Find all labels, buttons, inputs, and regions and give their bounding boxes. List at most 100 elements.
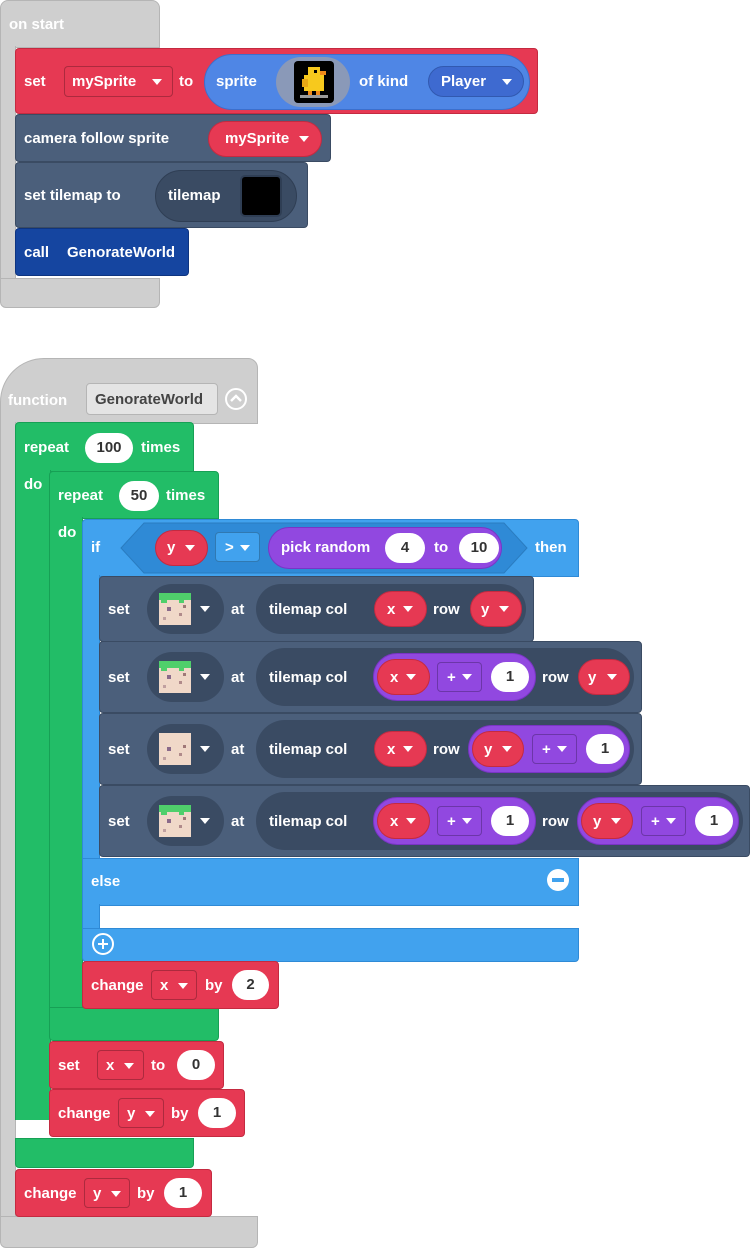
then-label: then — [535, 539, 567, 556]
repeat-inner-count-input[interactable]: 50 — [119, 481, 159, 511]
x-var-dropdown[interactable] — [151, 970, 197, 1000]
times-label: times — [141, 439, 181, 456]
pick-random-label: pick random — [281, 539, 371, 556]
remove-else-icon[interactable] — [547, 869, 569, 891]
at-label: at — [231, 741, 245, 758]
plus-label: + — [447, 669, 456, 686]
else-arm — [82, 904, 100, 930]
chevron-down-icon — [299, 136, 309, 142]
chevron-down-icon — [152, 79, 162, 85]
chevron-down-icon — [240, 545, 250, 551]
y-var-name: y — [593, 813, 602, 830]
chevron-down-icon — [111, 1191, 121, 1197]
set-label: set — [108, 601, 130, 618]
change-x-amount-input[interactable]: 2 — [232, 970, 269, 1000]
y-var-reporter[interactable] — [472, 731, 524, 767]
one-input[interactable]: 1 — [491, 662, 529, 692]
row-label: row — [433, 741, 460, 758]
plus-operator-dropdown[interactable] — [532, 734, 577, 764]
x-var-name: x — [390, 813, 399, 830]
rand-max-input[interactable]: 10 — [459, 533, 499, 563]
x-var-dropdown[interactable] — [97, 1050, 144, 1080]
plus-operator-dropdown[interactable] — [437, 806, 482, 836]
if-var-name: y — [167, 539, 176, 556]
one-input[interactable]: 1 — [491, 806, 529, 836]
set-label: set — [108, 741, 130, 758]
chevron-down-icon — [406, 818, 416, 824]
repeat-inner-arm — [49, 517, 83, 1007]
chevron-down-icon — [200, 606, 210, 612]
y-var-reporter[interactable] — [581, 803, 633, 839]
tilemap-col-label: tilemap col — [269, 601, 348, 618]
if-var-reporter[interactable] — [155, 530, 208, 566]
chevron-down-icon — [185, 545, 195, 551]
chevron-down-icon — [666, 818, 676, 824]
chevron-down-icon — [611, 818, 621, 824]
if-arm — [82, 575, 100, 865]
x-var-name: x — [390, 669, 399, 686]
function-body — [0, 422, 16, 1220]
y-var-reporter[interactable] — [470, 591, 522, 627]
x-var-name: x — [387, 601, 396, 618]
chevron-down-icon — [557, 746, 567, 752]
x-var-reporter[interactable] — [377, 659, 430, 695]
final-change-y-amount-input[interactable]: 1 — [164, 1178, 202, 1208]
rand-min-input[interactable]: 4 — [385, 533, 425, 563]
x-var-name: x — [387, 741, 396, 758]
y-var-dropdown[interactable] — [84, 1178, 130, 1208]
dirt-tile-icon — [159, 733, 191, 765]
kind-value: Player — [441, 73, 487, 90]
camera-follow-label: camera follow sprite — [24, 130, 170, 147]
plus-label: + — [447, 813, 456, 830]
plus-operator-dropdown[interactable] — [437, 662, 482, 692]
sprite-label: sprite — [216, 73, 257, 90]
plus-label: + — [542, 741, 551, 758]
tilemap-col-label: tilemap col — [269, 669, 348, 686]
grass-tile-icon — [159, 805, 191, 837]
chevron-down-icon — [145, 1111, 155, 1117]
operator-label: > — [225, 539, 234, 556]
plus-operator-dropdown[interactable] — [641, 806, 686, 836]
repeat-inner-label: repeat — [58, 487, 104, 504]
change-label: change — [24, 1185, 77, 1202]
chevron-down-icon — [499, 606, 509, 612]
tilemap-col-label: tilemap col — [269, 813, 348, 830]
repeat-outer-footer — [15, 1138, 194, 1168]
x-var-reporter[interactable] — [374, 731, 427, 767]
y-var-name: y — [93, 1185, 102, 1202]
x-var-reporter[interactable] — [374, 591, 427, 627]
change-label: change — [91, 977, 144, 994]
x-var-name: x — [160, 977, 169, 994]
collapse-icon[interactable] — [225, 388, 247, 410]
row-label: row — [542, 669, 569, 686]
by-label: by — [171, 1105, 189, 1122]
y-var-dropdown[interactable] — [118, 1098, 164, 1128]
chevron-down-icon — [403, 746, 413, 752]
one-input[interactable]: 1 — [586, 734, 624, 764]
row-label: row — [542, 813, 569, 830]
at-label: at — [231, 601, 245, 618]
repeat-outer-count-input[interactable]: 100 — [85, 433, 133, 463]
tilemap-image-field[interactable] — [240, 175, 282, 217]
operator-dropdown[interactable] — [215, 532, 260, 562]
chevron-down-icon — [200, 818, 210, 824]
y-var-reporter[interactable] — [578, 659, 630, 695]
duck-sprite-icon — [294, 61, 334, 103]
function-footer — [0, 1216, 258, 1248]
on-start-body — [0, 46, 16, 280]
on-start-label: on start — [9, 16, 65, 33]
add-branch-icon[interactable] — [92, 933, 114, 955]
one-input[interactable]: 1 — [695, 806, 733, 836]
set-label: set — [108, 813, 130, 830]
chevron-down-icon — [502, 79, 512, 85]
repeat-inner-footer — [49, 1007, 219, 1041]
of-kind-label: of kind — [359, 73, 409, 90]
change-y-amount-input[interactable]: 1 — [198, 1098, 236, 1128]
grass-tile-icon — [159, 593, 191, 625]
y-var-name: y — [588, 669, 597, 686]
call-name: GenorateWorld — [67, 244, 176, 261]
to-label: to — [179, 73, 194, 90]
row-label: row — [433, 601, 460, 618]
set-x-value-input[interactable]: 0 — [177, 1050, 215, 1080]
x-var-reporter[interactable] — [377, 803, 430, 839]
